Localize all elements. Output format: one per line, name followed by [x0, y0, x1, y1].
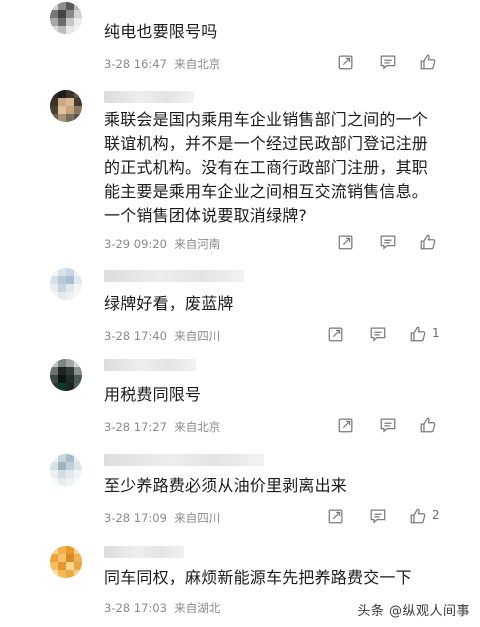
comment-text: 同车同权，麻烦新能源车先把养路费交一下: [104, 568, 412, 587]
avatar[interactable]: [50, 268, 82, 300]
reply-button[interactable]: [326, 324, 346, 344]
comment-location: 来自北京: [174, 57, 221, 71]
comment-actions: 2: [326, 506, 466, 526]
comment-button[interactable]: [368, 506, 388, 526]
avatar[interactable]: [50, 2, 82, 34]
like-button[interactable]: [418, 415, 438, 435]
comment-item: 纯电也要限号吗 3-28 16:47 来自北京: [0, 0, 480, 78]
comment-text: 纯电也要限号吗: [104, 22, 218, 41]
comment-button[interactable]: [368, 324, 388, 344]
like-button[interactable]: [418, 52, 438, 72]
like-count: 1: [432, 326, 440, 340]
comment-icon: [370, 327, 386, 342]
reply-button[interactable]: [336, 52, 356, 72]
reply-icon: [338, 418, 353, 433]
watermark: 头条 @纵观人间事: [357, 604, 470, 619]
comment-location: 来自湖北: [174, 601, 221, 615]
comment-text: 用税费同限号: [104, 385, 202, 404]
comment-button[interactable]: [378, 52, 398, 72]
username-blurred[interactable]: [104, 270, 244, 282]
thumb-up-icon: [410, 508, 426, 524]
comment-item: 乘联会是国内乘用车企业销售部门之间的一个联谊机构，并不是一个经过民政部门登记注册…: [0, 82, 480, 257]
comment-item: 用税费同限号 3-28 17:27 来自北京: [0, 355, 480, 447]
reply-icon: [328, 509, 343, 524]
reply-button[interactable]: [336, 232, 356, 252]
comment-text: 至少养路费必须从油价里剥离出来: [104, 476, 348, 495]
comment-actions: [336, 415, 456, 435]
thumb-up-icon: [410, 326, 426, 342]
comment-item: 绿牌好看，废蓝牌 3-28 17:40 来自四川 1: [0, 262, 480, 352]
comment-location: 来自四川: [174, 329, 221, 343]
comment-button[interactable]: [378, 232, 398, 252]
thumb-up-icon: [420, 417, 436, 433]
comment-time: 3-28 17:27: [104, 420, 167, 434]
comment-icon: [380, 55, 396, 70]
comment-icon: [370, 509, 386, 524]
comment-meta: 3-28 16:47 来自北京: [104, 56, 220, 72]
reply-button[interactable]: [336, 415, 356, 435]
comment-time: 3-28 16:47: [104, 57, 167, 71]
thumb-up-icon: [420, 54, 436, 70]
comment-button[interactable]: [378, 415, 398, 435]
reply-icon: [328, 327, 343, 342]
reply-button[interactable]: [326, 506, 346, 526]
comment-meta: 3-28 17:09 来自四川: [104, 510, 220, 526]
comment-icon: [380, 418, 396, 433]
avatar[interactable]: [50, 454, 82, 486]
avatar[interactable]: [50, 359, 82, 391]
comment-meta: 3-28 17:27 来自北京: [104, 419, 220, 435]
comment-location: 来自四川: [174, 511, 221, 525]
reply-icon: [338, 55, 353, 70]
comment-meta: 3-28 17:40 来自四川: [104, 328, 220, 344]
comment-actions: 1: [326, 324, 456, 344]
comment-icon: [380, 235, 396, 250]
username-blurred[interactable]: [104, 359, 196, 371]
comment-actions: [336, 52, 456, 72]
comment-text: 乘联会是国内乘用车企业销售部门之间的一个联谊机构，并不是一个经过民政部门登记注册…: [104, 110, 429, 225]
comment-time: 3-28 17:03: [104, 601, 167, 615]
username-blurred[interactable]: [104, 546, 184, 558]
like-button[interactable]: [408, 324, 428, 344]
comment-meta: 3-28 17:03 来自湖北: [104, 600, 220, 616]
like-button[interactable]: [418, 232, 438, 252]
like-button[interactable]: [408, 506, 428, 526]
comment-location: 来自北京: [174, 420, 221, 434]
comment-time: 3-29 09:20: [104, 237, 167, 251]
comment-time: 3-28 17:09: [104, 511, 167, 525]
comment-actions: [336, 232, 456, 252]
comment-time: 3-28 17:40: [104, 329, 167, 343]
comment-meta: 3-29 09:20 来自河南: [104, 236, 220, 252]
username-blurred[interactable]: [104, 454, 264, 466]
avatar[interactable]: [50, 90, 82, 122]
comment-location: 来自河南: [174, 237, 221, 251]
thumb-up-icon: [420, 234, 436, 250]
like-count: 2: [432, 508, 440, 522]
reply-icon: [338, 235, 353, 250]
username-blurred[interactable]: [104, 91, 194, 103]
comment-item: 至少养路费必须从油价里剥离出来 3-28 17:09 来自四川 2: [0, 448, 480, 540]
comment-text: 绿牌好看，废蓝牌: [104, 294, 234, 313]
avatar[interactable]: [50, 546, 82, 578]
